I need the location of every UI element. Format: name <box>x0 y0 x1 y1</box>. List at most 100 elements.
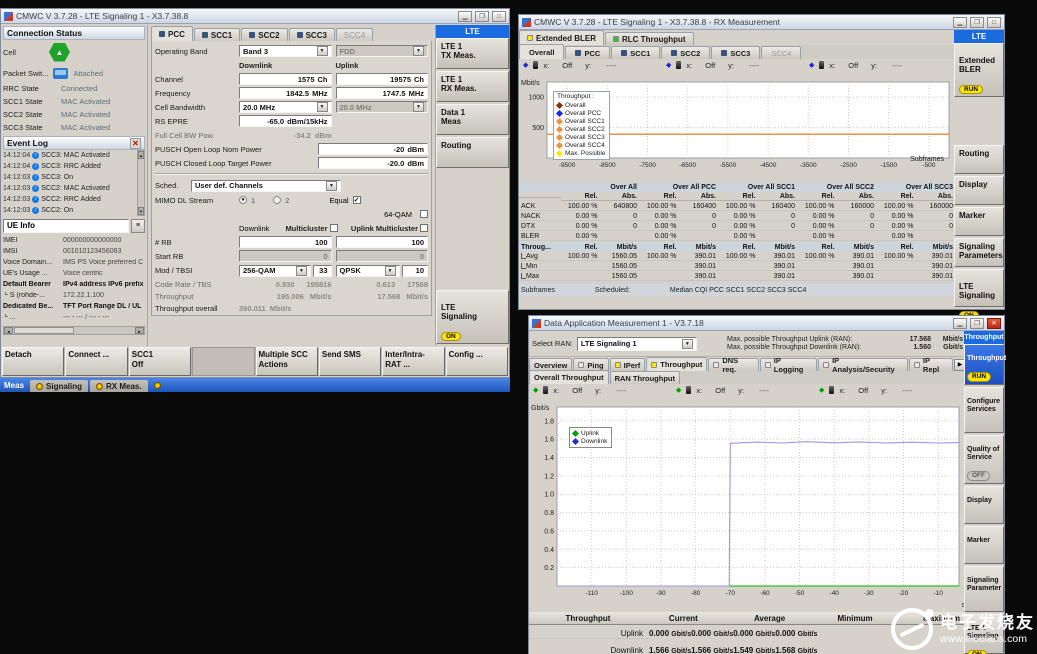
softkey-button[interactable]: Extended BLER RUN <box>954 43 1004 97</box>
marker-handle-icon[interactable] <box>676 61 681 69</box>
marker-handle-icon[interactable] <box>829 386 834 394</box>
mimo-stream1-radio[interactable]: ● <box>239 196 247 204</box>
measurement-tab[interactable]: Extended BLER <box>519 30 604 45</box>
scheduling-select[interactable]: User def. Channels▼ <box>191 180 341 192</box>
softkey-button[interactable]: Signaling Parameter <box>964 566 1004 612</box>
cc-subtab[interactable]: SCC3 <box>711 46 760 59</box>
chevron-down-icon[interactable]: ▼ <box>317 102 328 112</box>
softkey-lte-signaling[interactable]: LTE Signaling ON <box>954 269 1004 307</box>
marker-x-value[interactable]: Off <box>707 386 733 395</box>
qam64-checkbox[interactable] <box>420 210 428 218</box>
marker-handle-icon[interactable] <box>533 61 538 69</box>
action-button[interactable]: Connect ... <box>65 347 127 376</box>
taskbar-tab[interactable]: RX Meas. <box>90 380 148 392</box>
action-button[interactable]: Inter/Intra- RAT ... <box>382 347 444 376</box>
minimize-button[interactable]: ▁ <box>458 11 472 22</box>
throughput-subtab[interactable]: RAN Throughput <box>610 371 680 384</box>
marker-x-value[interactable]: Off <box>850 386 876 395</box>
cc-subtab[interactable]: Overall <box>519 44 564 59</box>
softkey-button[interactable]: LTE 1 TX Meas. <box>436 38 509 69</box>
scroll-right-icon[interactable]: ► <box>135 327 144 334</box>
chevron-down-icon[interactable]: ▼ <box>296 266 307 276</box>
softkey-button[interactable]: Marker <box>954 207 1004 236</box>
marker-x-value[interactable]: Off <box>697 61 723 70</box>
action-button[interactable]: Send SMS <box>319 347 381 376</box>
marker-handle-icon[interactable] <box>686 386 691 394</box>
service-tab[interactable]: DNS req. <box>708 358 758 371</box>
scroll-up-icon[interactable]: ▲ <box>138 151 144 159</box>
restore-button[interactable]: ❐ <box>970 17 984 28</box>
ul-multicluster-checkbox[interactable] <box>420 224 428 232</box>
action-button[interactable]: Detach <box>2 347 64 376</box>
softkey-button[interactable]: Routing <box>436 137 509 168</box>
equal-checkbox[interactable]: ✓ <box>353 196 361 204</box>
operating-band-select[interactable]: Band 3▼ <box>239 45 332 57</box>
ue-info-menu-icon[interactable]: ≡ <box>131 219 145 233</box>
ue-info-selector[interactable]: UE Info <box>3 219 129 233</box>
softkey-button[interactable]: Display <box>964 486 1004 524</box>
tbsi-uplink-field[interactable]: 10 <box>402 265 429 277</box>
cc-subtab[interactable]: PCC <box>565 46 610 59</box>
marker-x-value[interactable]: Off <box>554 61 580 70</box>
scroll-down-icon[interactable]: ▼ <box>138 207 144 215</box>
softkey-button[interactable]: Marker <box>964 526 1004 564</box>
rs-epre-field[interactable]: -65.0dBm/15kHz <box>239 115 332 127</box>
chevron-down-icon[interactable]: ▼ <box>317 46 328 56</box>
titlebar[interactable]: CMWC V 3.7.28 - LTE Signaling 1 - X3.7.3… <box>519 15 1004 30</box>
softkey-lte-signaling[interactable]: LTE Signaling ON <box>436 290 509 344</box>
mimo-stream2-radio[interactable] <box>273 196 281 204</box>
titlebar[interactable]: Data Application Measurement 1 - V3.7.18… <box>529 316 1004 331</box>
action-button[interactable]: Config ... <box>446 347 508 376</box>
softkey-button[interactable]: Routing <box>954 145 1004 174</box>
action-button[interactable] <box>192 347 254 376</box>
softkey-button[interactable]: Display <box>954 176 1004 205</box>
minimize-button[interactable]: ▁ <box>953 17 967 28</box>
titlebar[interactable]: CMWC V 3.7.28 - LTE Signaling 1 - X3.7.3… <box>1 9 509 24</box>
service-tab[interactable]: IP Logging <box>760 358 817 371</box>
action-button[interactable]: Multiple SCC Actions <box>256 347 318 376</box>
softkey-button[interactable]: Throughput RUN <box>964 344 1004 385</box>
service-tab[interactable]: Throughput <box>646 357 707 371</box>
cc-tab[interactable]: SCC4 <box>336 28 373 41</box>
marker-x-value[interactable]: Off <box>564 386 590 395</box>
modulation-downlink-select[interactable]: 256-QAM▼ <box>239 265 311 277</box>
measurement-tab[interactable]: RLC Throughput <box>605 32 694 45</box>
service-tab[interactable]: IP Analysis/Security <box>818 358 908 371</box>
chevron-down-icon[interactable]: ▼ <box>682 339 693 349</box>
rb-uplink-field[interactable]: 100 <box>336 236 429 248</box>
throughput-subtab[interactable]: Overall Throughput <box>529 370 609 384</box>
marker-handle-icon[interactable] <box>543 386 548 394</box>
select-ran-dropdown[interactable]: LTE Signaling 1 ▼ <box>577 337 697 351</box>
chevron-down-icon[interactable]: ▼ <box>326 181 337 191</box>
softkey-button[interactable]: Configure Services <box>964 387 1004 433</box>
maximize-button[interactable]: □ <box>492 11 506 22</box>
pusch-closed-loop-field[interactable]: -20.0dBm <box>318 157 428 169</box>
ue-info-hscrollbar[interactable]: ◄ ► <box>3 326 145 335</box>
frequency-uplink-field[interactable]: 1747.5MHz <box>336 87 429 99</box>
taskbar-tab[interactable]: Signaling <box>30 380 88 392</box>
tbsi-downlink-field[interactable]: 33 <box>313 265 332 277</box>
cc-subtab[interactable]: SCC2 <box>661 46 710 59</box>
marker-handle-icon[interactable] <box>819 61 824 69</box>
cc-tab[interactable]: PCC <box>151 26 193 41</box>
softkey-button[interactable]: Signaling Parameters <box>954 238 1004 267</box>
close-button[interactable]: ✕ <box>987 318 1001 329</box>
restore-button[interactable]: ❐ <box>475 11 489 22</box>
rb-downlink-field[interactable]: 100 <box>239 236 332 248</box>
restore-button[interactable]: ❐ <box>970 318 984 329</box>
pusch-open-loop-field[interactable]: -20dBm <box>318 143 428 155</box>
minimize-button[interactable]: ▁ <box>953 318 967 329</box>
chevron-down-icon[interactable]: ▼ <box>385 266 396 276</box>
maximize-button[interactable]: □ <box>987 17 1001 28</box>
frequency-downlink-field[interactable]: 1842.5MHz <box>239 87 332 99</box>
cc-subtab[interactable]: SCC1 <box>611 46 660 59</box>
service-tab[interactable]: IPerf <box>610 358 646 371</box>
cc-subtab[interactable]: SCC4 <box>761 46 801 59</box>
service-tab[interactable]: IP Repl <box>909 358 953 371</box>
marker-x-value[interactable]: Off <box>840 61 866 70</box>
scroll-left-icon[interactable]: ◄ <box>4 327 13 334</box>
cc-tab[interactable]: SCC2 <box>241 28 287 41</box>
softkey-button[interactable]: Quality of Service OFF <box>964 435 1004 484</box>
cc-tab[interactable]: SCC1 <box>194 28 240 41</box>
taskbar-left-label[interactable]: Meas <box>0 381 28 390</box>
